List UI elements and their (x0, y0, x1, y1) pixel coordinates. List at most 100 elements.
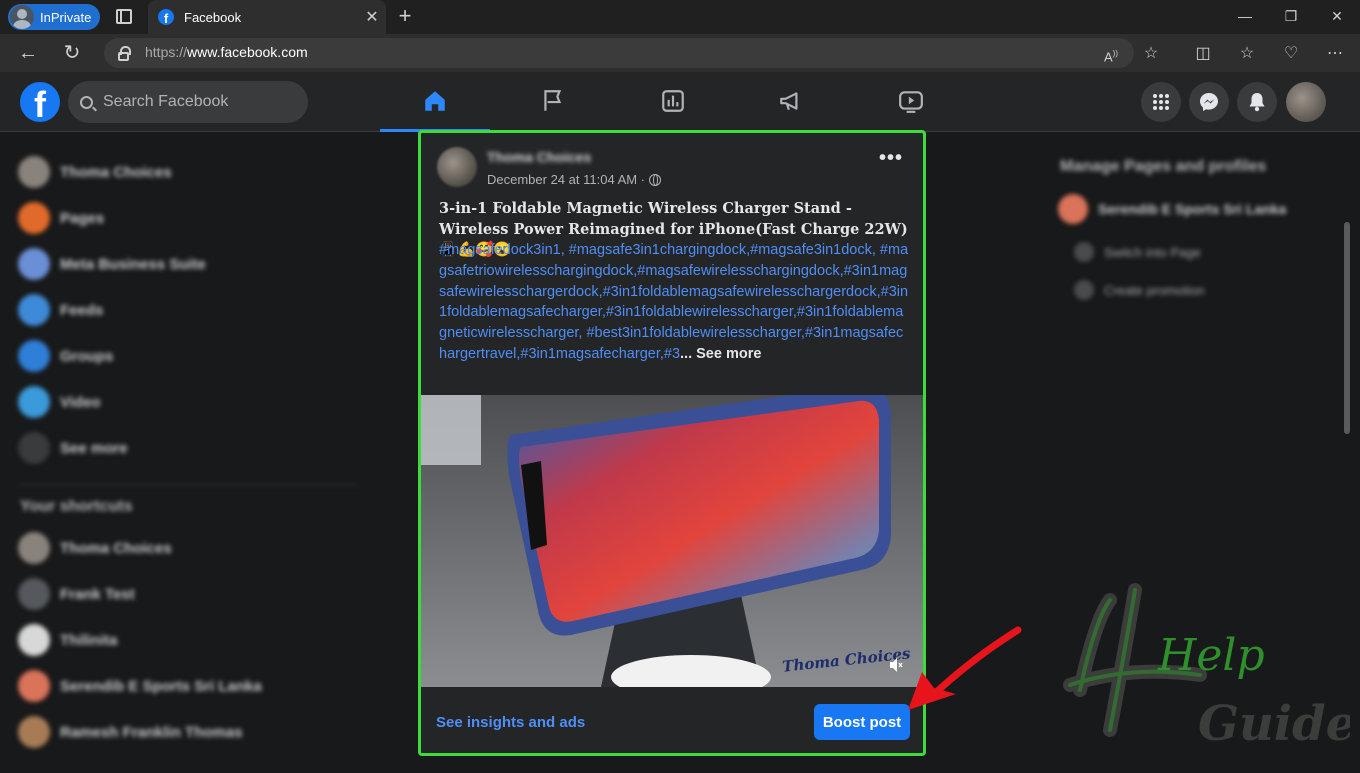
feeds-icon (18, 294, 50, 326)
sidebar-item-label: See more (60, 439, 128, 457)
more-options-icon[interactable]: ••• (879, 148, 903, 168)
right-sidebar: Manage Pages and profiles Serendib E Spo… (1040, 132, 1340, 332)
shortcuts-heading: Your shortcuts (20, 498, 133, 515)
shortcut-label: Thilinita (60, 631, 118, 649)
account-avatar[interactable] (1286, 82, 1326, 122)
menu-grid-button[interactable] (1141, 82, 1181, 122)
restore-icon[interactable]: ❐ (1268, 0, 1314, 34)
address-bar[interactable]: https://www.facebook.com (104, 38, 1134, 68)
home-icon (425, 91, 445, 111)
page-scrollbar[interactable] (1344, 222, 1350, 434)
shortcut-label: Thoma Choices (60, 539, 172, 557)
post-image[interactable]: Thoma Choices (421, 395, 923, 687)
sidebar-item-profile[interactable]: Thoma Choices (18, 154, 172, 190)
globe-icon (649, 173, 662, 186)
inprivate-label: InPrivate (40, 9, 92, 25)
flag-icon (544, 90, 562, 111)
tab-title: Facebook (184, 9, 242, 25)
sidebar-item-groups[interactable]: Groups (18, 338, 113, 374)
left-sidebar: Thoma Choices Pages Meta Business Suite … (0, 132, 380, 768)
close-tab-icon[interactable]: ✕ (358, 7, 386, 27)
nav-insights-tab[interactable] (618, 72, 728, 130)
browser-tab-bar: InPrivate f Facebook ✕ + — ❐ ✕ (0, 0, 1360, 34)
post-card: Thoma Choices December 24 at 11:04 AM · … (418, 130, 926, 756)
sidebar-item-label: Thoma Choices (60, 163, 172, 181)
video-icon (18, 386, 50, 418)
chevron-down-icon (18, 432, 50, 464)
sidebar-item-video[interactable]: Video (18, 384, 101, 420)
profile-avatar-icon (10, 5, 34, 29)
see-insights-link[interactable]: See insights and ads (436, 714, 585, 731)
notifications-button[interactable] (1237, 82, 1277, 122)
sidebar-item-label: Meta Business Suite (60, 255, 206, 273)
post-timestamp[interactable]: December 24 at 11:04 AM · (487, 172, 662, 187)
split-screen-icon[interactable]: ◫ (1192, 43, 1214, 65)
sidebar-item-feeds[interactable]: Feeds (18, 292, 103, 328)
refresh-icon[interactable]: ↻ (60, 42, 84, 64)
inprivate-badge[interactable]: InPrivate (8, 4, 100, 30)
shortcut-label: Frank Test (60, 585, 135, 603)
boost-post-button[interactable]: Boost post (814, 704, 910, 740)
see-more-link[interactable]: ... See more (680, 346, 761, 362)
read-aloud-icon[interactable]: A)) (1100, 43, 1122, 65)
nav-pages-tab[interactable] (498, 72, 608, 130)
back-icon[interactable]: ← (16, 42, 40, 64)
logo-guider-text: Guider (1198, 696, 1350, 752)
create-promotion-row[interactable]: Create promotion (1074, 280, 1204, 300)
author-avatar[interactable] (437, 147, 477, 187)
search-icon (80, 95, 93, 109)
post-footer: See insights and ads Boost post (421, 687, 923, 753)
author-name[interactable]: Thoma Choices (487, 149, 591, 165)
page-row[interactable]: Serendib E Sports Sri Lanka (1058, 194, 1286, 224)
facebook-logo-icon[interactable]: f (20, 82, 60, 122)
shortcut-item[interactable]: Ramesh Franklin Thomas (18, 714, 243, 750)
promo-label: Create promotion (1104, 282, 1205, 298)
sidebar-item-label: Groups (60, 347, 114, 365)
nav-video-tab[interactable] (856, 72, 966, 130)
browser-essentials-icon[interactable]: ♡ (1280, 43, 1302, 65)
favorites-icon[interactable]: ☆ (1236, 43, 1258, 65)
facebook-search[interactable] (68, 81, 308, 123)
groups-icon (18, 340, 50, 372)
favorite-star-icon[interactable]: ☆ (1140, 43, 1162, 65)
manage-pages-title: Manage Pages and profiles (1060, 158, 1267, 175)
logo-help-text: Help (1157, 630, 1265, 681)
address-toolbar: ← ↻ https://www.facebook.com A)) ☆ ◫ ☆ ♡… (0, 34, 1360, 72)
page-avatar (1058, 194, 1088, 224)
new-tab-icon[interactable]: + (394, 4, 416, 28)
shortcut-avatar (18, 716, 50, 748)
browser-tab-facebook[interactable]: f Facebook ✕ (148, 0, 386, 34)
sidebar-item-business-suite[interactable]: Meta Business Suite (18, 246, 206, 282)
shortcut-item[interactable]: Thilinita (18, 622, 118, 658)
messenger-icon (1200, 93, 1218, 111)
sidebar-item-see-more[interactable]: See more (18, 430, 128, 466)
pages-flag-icon (18, 202, 50, 234)
switch-icon (1074, 242, 1094, 262)
settings-more-icon[interactable]: ⋯ (1324, 43, 1346, 65)
tab-actions-icon[interactable] (116, 9, 132, 24)
post-hashtags[interactable]: #magsafedock3in1, #magsafe3in1chargingdo… (439, 240, 909, 365)
shortcut-avatar (18, 532, 50, 564)
business-suite-icon (18, 248, 50, 280)
sidebar-item-pages[interactable]: Pages (18, 200, 104, 236)
shortcut-item[interactable]: Frank Test (18, 576, 135, 612)
sidebar-item-label: Video (60, 393, 101, 411)
switch-page-row[interactable]: Switch into Page (1074, 242, 1201, 262)
facebook-favicon-icon: f (158, 9, 174, 25)
page-name: Serendib E Sports Sri Lanka (1098, 201, 1287, 217)
megaphone-icon (1074, 280, 1094, 300)
switch-label: Switch into Page (1104, 244, 1201, 260)
shortcut-item[interactable]: Thoma Choices (18, 530, 172, 566)
divider (18, 484, 358, 485)
shortcut-avatar (18, 578, 50, 610)
sidebar-item-label: Feeds (60, 301, 104, 319)
nav-home-tab[interactable] (380, 72, 490, 132)
messenger-button[interactable] (1189, 82, 1229, 122)
minimize-icon[interactable]: — (1222, 0, 1268, 34)
window-close-icon[interactable]: ✕ (1314, 0, 1360, 34)
sidebar-item-label: Pages (60, 209, 105, 227)
nav-ads-tab[interactable] (736, 72, 846, 130)
search-input[interactable] (103, 93, 293, 111)
shortcut-label: Serendib E Sports Sri Lanka (60, 677, 262, 695)
shortcut-item[interactable]: Serendib E Sports Sri Lanka (18, 668, 262, 704)
